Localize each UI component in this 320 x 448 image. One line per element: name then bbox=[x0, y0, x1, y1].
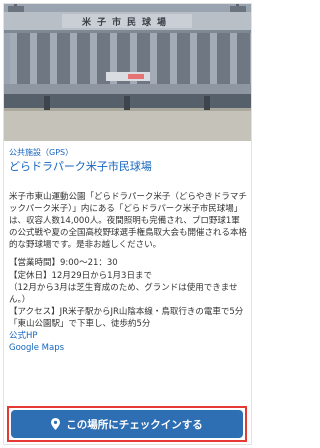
spot-category: 公共施設（GPS） bbox=[9, 148, 74, 157]
spot-info: 【営業時間】9:00～21：30 【定休日】12月29日から1月3日まで （12… bbox=[9, 257, 247, 330]
closed-days: 【定休日】12月29日から1月3日まで bbox=[9, 270, 152, 281]
access-info: 【アクセス】JR米子駅からJR山陰本線・鳥取行きの電車で5分「東山公園駅」で下車… bbox=[9, 306, 244, 329]
checkin-highlight: この場所にチェックインする bbox=[7, 406, 247, 442]
google-maps-link[interactable]: Google Maps bbox=[9, 342, 247, 354]
stadium-sign-text: 米子市民球場 bbox=[81, 16, 172, 28]
checkin-button-label: この場所にチェックインする bbox=[66, 418, 203, 431]
spot-card: 米子市民球場 公共施設（GPS） どらドラパーク米子市民球場 米子市東山運動公園… bbox=[3, 3, 252, 445]
spot-title: どらドラパーク米子市民球場 bbox=[9, 160, 152, 173]
closed-note: （12月から3月は芝生育成のため、グランドは使用できません。） bbox=[9, 282, 238, 305]
checkin-button[interactable]: この場所にチェックインする bbox=[11, 410, 243, 438]
spot-description: 米子市東山運動公園「どらドラパーク米子（どらやきドラマチックパーク米子）」内にあ… bbox=[9, 192, 248, 251]
opening-hours: 【営業時間】9:00～21：30 bbox=[9, 258, 118, 269]
spot-details: 公共施設（GPS） どらドラパーク米子市民球場 米子市東山運動公園「どらドラパー… bbox=[9, 147, 247, 354]
stadium-photo: 米子市民球場 bbox=[4, 4, 251, 141]
map-pin-icon bbox=[51, 418, 61, 430]
official-site-link[interactable]: 公式HP bbox=[9, 330, 247, 342]
